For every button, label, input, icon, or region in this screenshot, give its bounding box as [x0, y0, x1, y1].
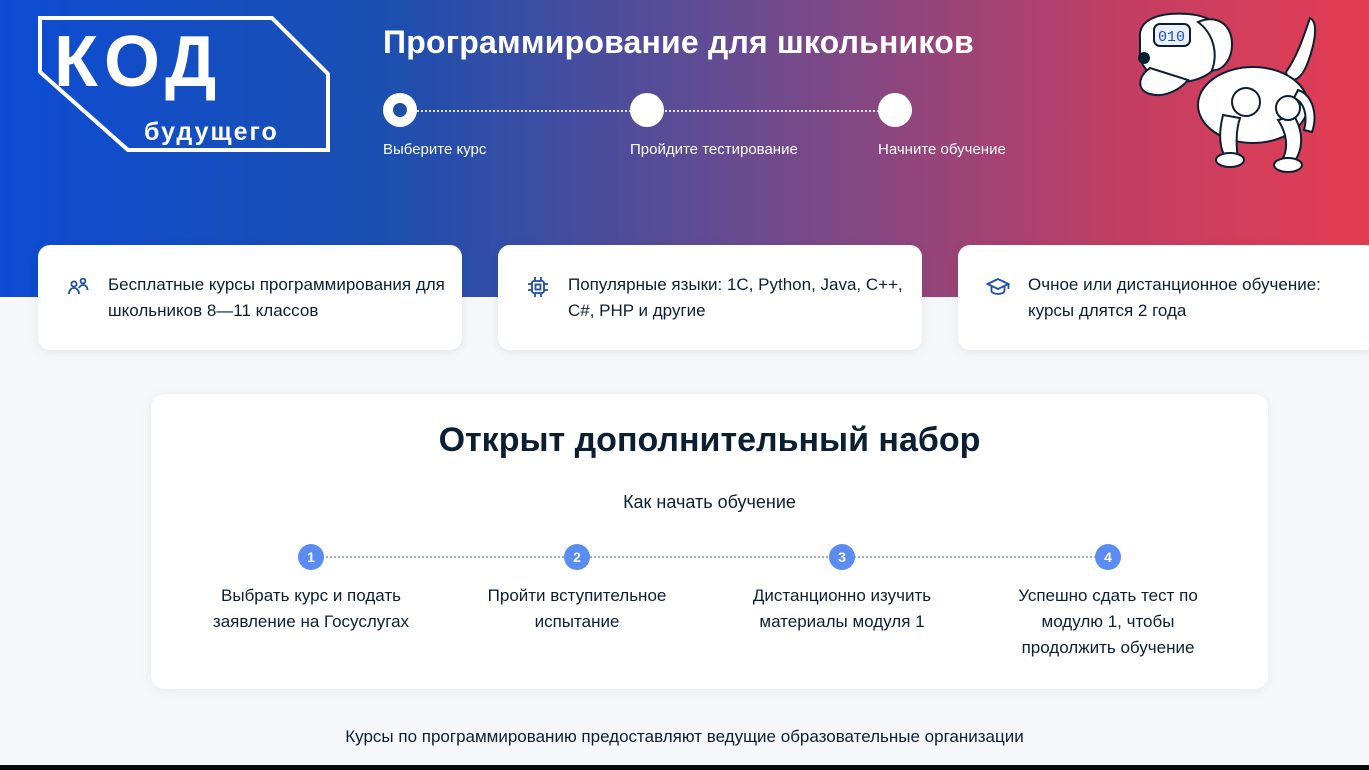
- graduation-cap-icon: [986, 278, 1010, 295]
- feature-text-study-format: Очное или дистанционное обучение: курсы …: [1028, 275, 1321, 320]
- enrollment-step-text-3: Дистанционно изучить материалы модуля 1: [752, 586, 932, 631]
- enrollment-step-text-4: Успешно сдать тест по модулю 1, чтобы пр…: [1018, 586, 1198, 657]
- enrollment-step-text-2: Пройти вступительное испытание: [487, 586, 667, 631]
- feature-card-free-courses: Бесплатные курсы программирования для шк…: [38, 245, 462, 350]
- providers-note: Курсы по программированию предоставляют …: [345, 727, 1024, 746]
- chip-icon: [528, 277, 548, 297]
- hero-step-label-2: Пройдите тестирование: [630, 141, 798, 158]
- enrollment-step-number-4: 4: [1095, 544, 1121, 570]
- hero-step-dot-3: [878, 93, 912, 127]
- hero-step-label-1: Выберите курс: [383, 141, 487, 158]
- logo-main-text: КОД: [54, 22, 222, 102]
- hero-step-dot-1: [383, 93, 417, 127]
- enrollment-step-number-2: 2: [564, 544, 590, 570]
- enrollment-step-text-1: Выбрать курс и подать заявление на Госус…: [212, 586, 410, 631]
- mascot-badge-text: 010: [1158, 29, 1185, 46]
- feature-card-study-format: Очное или дистанционное обучение: курсы …: [958, 245, 1369, 350]
- enrollment-card: Открыт дополнительный набор Как начать о…: [151, 394, 1268, 689]
- bottom-edge-bar: [0, 765, 1369, 770]
- students-icon: [68, 277, 89, 295]
- enrollment-subtitle: Как начать обучение: [623, 492, 796, 512]
- enrollment-steps-connector: [311, 556, 1108, 558]
- feature-card-languages: Популярные языки: 1С, Python, Java, С++,…: [498, 245, 922, 350]
- robot-dog-mascot: 010: [1138, 12, 1316, 173]
- enrollment-step-number-3: 3: [829, 544, 855, 570]
- hero-step-dot-2: [630, 93, 664, 127]
- kod-budushchego-logo[interactable]: КОД будущего: [36, 12, 332, 154]
- feature-text-languages: Популярные языки: 1С, Python, Java, С++,…: [568, 275, 903, 320]
- hero-title: Программирование для школьников: [383, 24, 974, 60]
- enrollment-title: Открыт дополнительный набор: [438, 421, 981, 459]
- hero-step-label-3: Начните обучение: [878, 141, 1006, 158]
- logo-sub-text: будущего: [144, 118, 279, 146]
- feature-text-free-courses: Бесплатные курсы программирования для шк…: [108, 275, 445, 320]
- enrollment-step-number-1: 1: [298, 544, 324, 570]
